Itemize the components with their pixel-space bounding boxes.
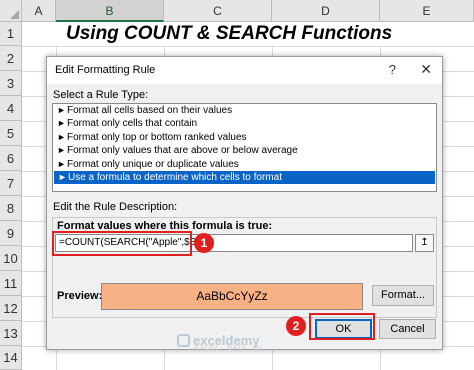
row-header-12[interactable]: 12 xyxy=(0,296,22,321)
exceldemy-logo-icon xyxy=(177,334,190,347)
dialog-title: Edit Formatting Rule xyxy=(55,64,156,76)
row-header-1[interactable]: 1 xyxy=(0,22,22,46)
watermark-tagline: EXCEL · DATA · BI xyxy=(195,346,263,352)
help-icon[interactable]: ? xyxy=(389,62,396,77)
column-header-d[interactable]: D xyxy=(272,0,380,22)
sheet-title: Using COUNT & SEARCH Functions xyxy=(66,23,393,44)
rule-type-label: Format only values that are above or bel… xyxy=(67,145,298,157)
select-rule-type-label: Select a Rule Type: xyxy=(53,89,149,101)
row-header-13[interactable]: 13 xyxy=(0,321,22,346)
row-header-4[interactable]: 4 xyxy=(0,96,22,121)
rule-type-label: Format only top or bottom ranked values xyxy=(67,131,247,143)
row-header-9[interactable]: 9 xyxy=(0,221,22,246)
format-button[interactable]: Format... xyxy=(372,285,434,306)
arrow-right-icon: ► xyxy=(57,105,66,115)
preview-swatch: AaBbCcYyZz xyxy=(101,283,363,310)
callout-highlight-formula xyxy=(52,231,192,256)
arrow-right-icon: ► xyxy=(57,118,66,129)
select-all-corner[interactable] xyxy=(0,0,22,22)
cancel-button[interactable]: Cancel xyxy=(379,319,436,339)
collapse-dialog-button[interactable]: ↥ xyxy=(415,234,434,252)
row-header-14[interactable]: 14 xyxy=(0,346,22,370)
callout-badge-1: 1 xyxy=(194,233,214,253)
collapse-arrow-icon: ↥ xyxy=(420,237,429,248)
row-header-3[interactable]: 3 xyxy=(0,71,22,96)
row-header-7[interactable]: 7 xyxy=(0,171,22,196)
rule-type-item[interactable]: ►Format only unique or duplicate values xyxy=(53,158,436,171)
dialog-titlebar[interactable]: Edit Formatting Rule ? ✕ xyxy=(47,57,442,84)
exceldemy-watermark: exceldemy EXCEL · DATA · BI xyxy=(177,333,263,352)
rule-type-item[interactable]: ►Format only top or bottom ranked values xyxy=(53,131,436,144)
arrow-right-icon: ► xyxy=(57,158,66,169)
arrow-right-icon: ► xyxy=(58,171,67,182)
column-header-c[interactable]: C xyxy=(164,0,272,22)
close-icon[interactable]: ✕ xyxy=(420,61,432,78)
callout-highlight-ok xyxy=(309,313,375,340)
gridline xyxy=(22,46,474,47)
row-header-5[interactable]: 5 xyxy=(0,121,22,146)
rule-type-item[interactable]: ►Format all cells based on their values xyxy=(53,104,436,117)
row-header-11[interactable]: 11 xyxy=(0,271,22,296)
row-header-6[interactable]: 6 xyxy=(0,146,22,171)
column-header-a[interactable]: A xyxy=(22,0,56,22)
rule-type-item[interactable]: ►Format only cells that contain xyxy=(53,117,436,130)
rule-type-list[interactable]: ►Format all cells based on their values … xyxy=(52,103,437,192)
rule-type-label: Format all cells based on their values xyxy=(67,105,233,116)
arrow-right-icon: ► xyxy=(57,131,66,142)
preview-label: Preview: xyxy=(57,290,103,302)
edit-description-label: Edit the Rule Description: xyxy=(53,201,178,213)
rule-type-item[interactable]: ►Format only values that are above or be… xyxy=(53,144,436,157)
row-header-2[interactable]: 2 xyxy=(0,46,22,71)
rule-type-label: Use a formula to determine which cells t… xyxy=(68,171,282,183)
row-header-8[interactable]: 8 xyxy=(0,196,22,221)
row-header-10[interactable]: 10 xyxy=(0,246,22,271)
column-header-b[interactable]: B xyxy=(56,0,164,22)
callout-badge-2: 2 xyxy=(286,316,306,336)
edit-formatting-rule-dialog: Edit Formatting Rule ? ✕ Select a Rule T… xyxy=(46,56,443,350)
rule-type-label: Format only cells that contain xyxy=(67,118,198,130)
column-header-e[interactable]: E xyxy=(380,0,474,22)
rule-type-item-selected[interactable]: ►Use a formula to determine which cells … xyxy=(54,170,435,185)
rule-type-label: Format only unique or duplicate values xyxy=(67,158,239,170)
arrow-right-icon: ► xyxy=(57,145,66,156)
